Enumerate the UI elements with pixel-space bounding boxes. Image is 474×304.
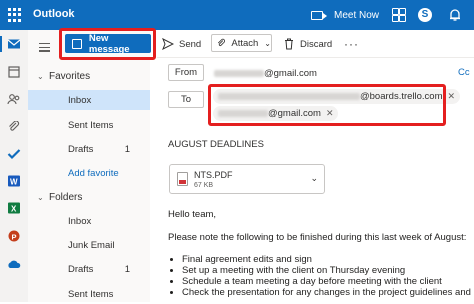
folder-label: Drafts: [68, 263, 94, 275]
list-item: Schedule a team meeting a day before mee…: [182, 276, 471, 287]
folder-pane: ⌄ Favorites Inbox Sent Items Drafts 1 Ad…: [28, 30, 150, 302]
folder-label: Sent Items: [68, 119, 114, 131]
office-apps-icon[interactable]: [392, 8, 406, 22]
attach-icon[interactable]: [7, 121, 21, 133]
subject-field[interactable]: AUGUST DEADLINES: [168, 139, 264, 150]
folder-item-inbox[interactable]: Inbox: [28, 211, 150, 231]
svg-text:X: X: [11, 205, 17, 214]
cc-link[interactable]: Cc: [458, 67, 470, 78]
attachment-card[interactable]: NTS.PDF 67 KB ⌄: [169, 164, 325, 194]
folder-count: 1: [124, 263, 130, 275]
chevron-down-icon: ⌄: [264, 38, 271, 48]
add-favorite-link[interactable]: Add favorite: [28, 163, 150, 183]
skype-icon[interactable]: S: [418, 8, 432, 22]
folder-item-sent-items[interactable]: Sent Items: [28, 284, 150, 304]
svg-text:W: W: [10, 178, 18, 187]
app-rail: W X P: [0, 30, 29, 302]
discard-label: Discard: [300, 38, 333, 50]
mail-icon[interactable]: [7, 38, 21, 50]
hamburger-menu-icon[interactable]: [39, 43, 50, 52]
attachment-size: 67 KB: [194, 182, 214, 189]
svg-text:P: P: [12, 233, 17, 242]
trash-icon: [285, 38, 293, 50]
send-icon: [162, 38, 174, 50]
top-bar: Outlook Meet Now S: [0, 0, 474, 30]
folder-label: Inbox: [68, 94, 92, 106]
folder-count: 1: [124, 143, 130, 155]
favorites-section[interactable]: ⌄ Favorites: [28, 67, 150, 85]
folder-item-drafts[interactable]: Drafts 1: [28, 259, 150, 279]
favorite-item-sent-items[interactable]: Sent Items: [28, 115, 150, 135]
word-icon[interactable]: W: [7, 175, 21, 187]
from-address: @gmail.com: [264, 68, 317, 79]
folders-label: Folders: [49, 191, 83, 203]
body-greeting: Hello team,: [168, 209, 217, 220]
body-intro: Please note the following to be finished…: [168, 232, 467, 243]
add-favorite-label: Add favorite: [68, 167, 119, 179]
chevron-down-icon: ⌄: [37, 71, 44, 81]
attach-label: Attach: [231, 37, 259, 49]
video-camera-icon: [311, 10, 327, 20]
folders-section[interactable]: ⌄ Folders: [28, 188, 150, 206]
app-title[interactable]: Outlook: [33, 8, 75, 20]
bell-icon[interactable]: [448, 8, 462, 22]
list-item: Set up a meeting with the client on Thur…: [182, 265, 471, 276]
pdf-file-icon: [177, 172, 188, 186]
app-launcher-icon[interactable]: [8, 8, 22, 22]
from-field[interactable]: @gmail.com: [214, 68, 317, 79]
people-icon[interactable]: [7, 93, 21, 105]
highlight-new-message: [59, 28, 156, 60]
favorite-item-inbox[interactable]: Inbox: [28, 90, 150, 110]
calendar-icon[interactable]: [7, 66, 21, 78]
meet-now-button[interactable]: Meet Now: [311, 7, 379, 23]
folder-item-junk-email[interactable]: Junk Email: [28, 235, 150, 255]
discard-button[interactable]: Discard: [284, 36, 332, 52]
onedrive-icon[interactable]: [7, 258, 21, 270]
folder-label: Sent Items: [68, 288, 114, 300]
chevron-down-icon[interactable]: ⌄: [310, 173, 318, 184]
send-button[interactable]: Send: [162, 36, 201, 52]
send-label: Send: [179, 38, 202, 50]
powerpoint-icon[interactable]: P: [7, 230, 21, 242]
to-button[interactable]: To: [168, 91, 204, 108]
paperclip-icon: [217, 38, 225, 46]
close-icon[interactable]: ✕: [448, 91, 456, 102]
highlight-recipients: [208, 84, 446, 126]
attachment-name: NTS.PDF: [194, 170, 233, 180]
attach-button[interactable]: Attach ⌄: [211, 34, 272, 52]
list-item: Check the presentation for any changes i…: [182, 287, 471, 298]
more-options-button[interactable]: ···: [344, 37, 359, 51]
list-item: Final agreement edits and sign: [182, 254, 471, 265]
todo-check-icon[interactable]: [7, 148, 21, 160]
favorites-label: Favorites: [49, 70, 91, 82]
folder-label: Inbox: [68, 215, 92, 227]
toolbar-divider: [157, 57, 474, 58]
excel-icon[interactable]: X: [7, 202, 21, 214]
body-bullet-list: Final agreement edits and sign Set up a …: [168, 254, 471, 298]
from-button[interactable]: From: [168, 64, 204, 81]
meet-now-label: Meet Now: [334, 9, 380, 21]
folder-label: Junk Email: [68, 239, 115, 251]
chevron-down-icon: ⌄: [37, 192, 44, 202]
favorite-item-drafts[interactable]: Drafts 1: [28, 139, 150, 159]
folder-label: Drafts: [68, 143, 94, 155]
redacted-text: [214, 70, 264, 77]
